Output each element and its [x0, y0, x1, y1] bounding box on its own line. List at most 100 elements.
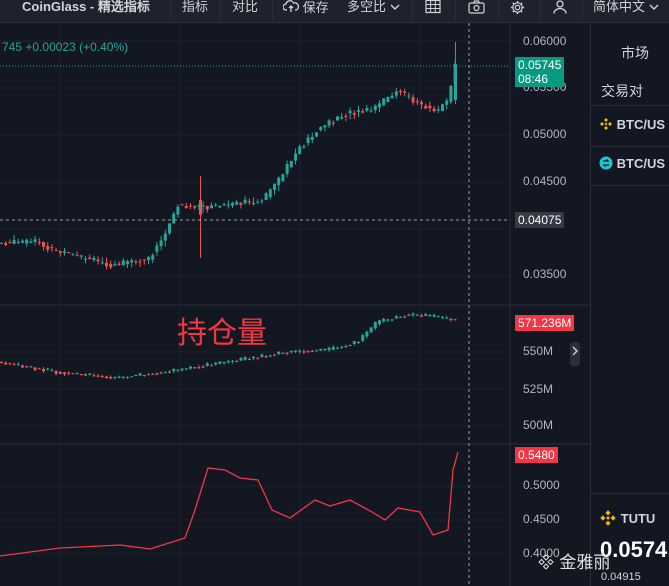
- candle-body: [113, 377, 117, 379]
- candle-body: [71, 253, 75, 255]
- candle-body: [298, 350, 302, 352]
- candle-body: [130, 376, 134, 378]
- candle-body: [323, 348, 327, 351]
- watermark-logo-icon: [538, 554, 554, 570]
- candle-body: [109, 263, 113, 268]
- candle-body: [84, 258, 87, 260]
- candle-body: [180, 204, 184, 206]
- candle-body: [386, 319, 390, 321]
- candle-body: [365, 107, 369, 111]
- candle-body: [189, 366, 192, 369]
- candle-body: [441, 316, 444, 318]
- candle-body: [25, 366, 29, 368]
- candle-body: [394, 91, 398, 96]
- candle-body: [327, 120, 331, 126]
- panel-divider: [591, 185, 669, 186]
- candle-body: [411, 313, 415, 316]
- market-side-panel: 市场 交易对 BTC/US BTC/US TUTU: [590, 23, 669, 586]
- candle-body: [163, 233, 167, 241]
- candle-body: [449, 85, 453, 102]
- price-axis-label: 0.06000: [523, 34, 567, 48]
- candle-body: [454, 64, 457, 100]
- expand-panel-button[interactable]: [570, 342, 580, 366]
- candle-body: [155, 373, 159, 375]
- candle-body: [415, 101, 419, 103]
- candle-body: [25, 239, 29, 244]
- ohlc-info: 745 +0.00023 (+0.40%): [2, 40, 128, 54]
- market-row[interactable]: BTC/US: [599, 156, 665, 171]
- candle-body: [33, 367, 37, 371]
- open-interest-tag: 571.236M: [515, 315, 575, 331]
- candle-body: [105, 262, 108, 267]
- candle-body: [436, 316, 440, 318]
- candle-body: [247, 359, 251, 361]
- candle-body: [298, 146, 302, 154]
- candle-body: [159, 372, 163, 374]
- candle-body: [357, 110, 360, 112]
- candle-body: [289, 160, 293, 168]
- candle-body: [281, 174, 285, 182]
- candle-body: [231, 202, 234, 206]
- candle-body: [121, 376, 125, 378]
- candle-body: [71, 373, 75, 375]
- candle-body: [449, 318, 453, 320]
- candle-body: [310, 350, 314, 352]
- candle-body: [92, 375, 96, 377]
- candle-body: [75, 255, 79, 257]
- candle-body: [172, 369, 176, 372]
- candle-body: [348, 110, 352, 114]
- long-short-ratio-line: [0, 451, 459, 557]
- candle-body: [12, 239, 16, 245]
- candle-body: [8, 363, 12, 365]
- candle-body: [327, 347, 331, 351]
- candle-body: [46, 368, 50, 370]
- candle-body: [205, 205, 209, 210]
- candle-body: [4, 362, 8, 365]
- candle-body: [302, 146, 306, 148]
- candle-body: [331, 122, 335, 124]
- candle-body: [79, 373, 83, 375]
- chart-canvas[interactable]: [0, 0, 590, 586]
- candle-body: [126, 377, 129, 379]
- market-header: 市场: [621, 45, 649, 61]
- candle-body: [361, 111, 365, 113]
- candle-body: [67, 372, 71, 374]
- candle-body: [243, 357, 247, 360]
- candle-body: [310, 136, 314, 140]
- candle-body: [306, 351, 310, 353]
- candle-body: [264, 356, 268, 358]
- candle-body: [46, 246, 50, 250]
- candle-body: [12, 364, 16, 366]
- bottom-market-row[interactable]: TUTU: [599, 509, 655, 527]
- candle-body: [126, 261, 129, 265]
- candle-body: [134, 374, 138, 377]
- language-dropdown[interactable]: 简体中文: [593, 0, 659, 22]
- candle-body: [130, 260, 134, 263]
- candle-body: [138, 261, 142, 263]
- candle-body: [352, 341, 356, 344]
- current-price-value: 0.05745: [518, 58, 562, 72]
- candle-body: [42, 241, 45, 247]
- candle-body: [210, 205, 213, 209]
- candle-body: [239, 202, 243, 205]
- candle-body: [403, 316, 407, 318]
- candle-body: [369, 110, 373, 112]
- candle-body: [331, 346, 335, 350]
- candle-body: [382, 98, 386, 106]
- ratio-axis-label: 0.4500: [523, 512, 560, 526]
- candle-body: [378, 103, 381, 108]
- oi-axis-label: 500M: [523, 418, 554, 432]
- candle-body: [294, 153, 297, 161]
- candle-body: [168, 371, 171, 373]
- market-row[interactable]: BTC/US: [599, 117, 665, 132]
- candle-body: [277, 177, 281, 186]
- candle-body: [441, 104, 444, 112]
- candle-body: [29, 241, 33, 244]
- candle-body: [432, 314, 436, 317]
- panel-divider: [591, 146, 669, 147]
- candle-body: [42, 369, 45, 372]
- candle-body: [54, 250, 58, 252]
- open-interest-title: 持仓量: [177, 316, 267, 351]
- price-axis-label: 0.04500: [523, 174, 567, 188]
- crosshair-price-tag: 0.04075: [515, 212, 565, 228]
